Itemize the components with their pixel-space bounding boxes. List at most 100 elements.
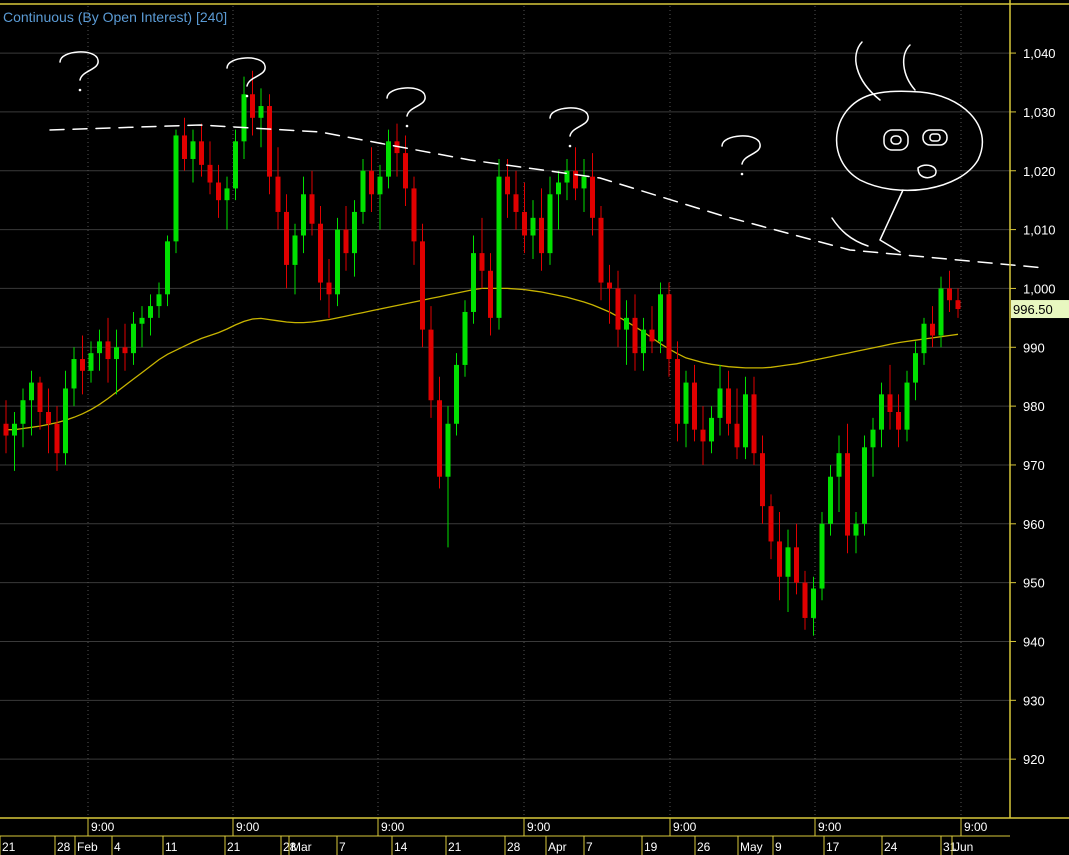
- price-tick-label: 1,040: [1023, 46, 1056, 61]
- candle: [420, 223, 425, 348]
- candle-body: [887, 394, 893, 412]
- price-tick-label: 920: [1023, 752, 1045, 767]
- candle-body: [879, 394, 884, 430]
- price-tick-label: 1,000: [1023, 281, 1056, 296]
- candle-body: [955, 300, 961, 310]
- price-chart[interactable]: 920 930 940 950 960 970 980 990 1,000 1,010 1,020 1…: [0, 0, 1069, 855]
- candle-body: [547, 194, 553, 254]
- candle-body: [794, 547, 799, 583]
- candle-body: [369, 170, 374, 195]
- candle-body: [63, 388, 68, 454]
- candle-body: [777, 541, 782, 577]
- candle-body: [913, 353, 918, 383]
- candle-body: [462, 311, 468, 365]
- candle-body: [513, 194, 519, 212]
- date-label: 28: [507, 840, 521, 854]
- candle-body: [267, 106, 272, 177]
- candle-body: [836, 453, 842, 477]
- question-mark-dot: [740, 172, 744, 176]
- candle-body: [785, 547, 791, 577]
- candle-body: [411, 188, 417, 242]
- candle-body: [301, 194, 306, 236]
- date-label: 17: [826, 840, 840, 854]
- date-label: 24: [884, 840, 898, 854]
- candle-body: [658, 294, 663, 342]
- candle-body: [709, 417, 714, 442]
- date-label: 4: [114, 840, 121, 854]
- candle-body: [581, 176, 587, 189]
- price-tick-label: 980: [1023, 399, 1045, 414]
- candle-body: [632, 317, 638, 354]
- candle-body: [938, 288, 944, 336]
- candle-body: [360, 170, 366, 212]
- date-label: May: [740, 840, 763, 854]
- candle-body: [148, 306, 153, 318]
- candle-body: [326, 282, 332, 295]
- candle-body: [37, 382, 43, 412]
- candle: [496, 158, 502, 330]
- candle-body: [573, 170, 578, 189]
- candle-body: [743, 394, 748, 448]
- candle-body: [590, 176, 595, 218]
- date-label: 14: [394, 840, 408, 854]
- candle-body: [921, 323, 927, 354]
- candle-body: [224, 188, 230, 201]
- candle-body: [751, 394, 757, 454]
- candle-body: [284, 211, 289, 265]
- candle-body: [105, 341, 111, 360]
- candle-body: [828, 476, 833, 524]
- candle-body: [726, 388, 731, 424]
- price-tick-label: 940: [1023, 634, 1045, 649]
- candle-body: [54, 423, 60, 454]
- candle-body: [114, 347, 119, 360]
- candle-body: [445, 423, 451, 477]
- date-label: 26: [697, 840, 711, 854]
- candle-body: [649, 329, 655, 342]
- time-label: 9:00: [91, 820, 115, 834]
- candle-body: [496, 176, 502, 318]
- last-price-label: 996.50: [1013, 302, 1053, 317]
- candle-body: [717, 388, 723, 418]
- candle-body: [930, 323, 935, 336]
- candle-body: [241, 94, 247, 142]
- date-label: Apr: [548, 840, 567, 854]
- candle-body: [641, 329, 646, 354]
- time-label: 9:00: [381, 820, 405, 834]
- date-label: 21: [2, 840, 16, 854]
- candle-body: [12, 423, 17, 436]
- candle-body: [250, 94, 255, 118]
- candle-body: [275, 176, 281, 212]
- date-label: 28: [57, 840, 71, 854]
- candle: [173, 129, 179, 254]
- candle-body: [479, 253, 485, 271]
- candle-body: [615, 288, 621, 330]
- candle: [335, 217, 340, 307]
- candle-body: [505, 176, 510, 195]
- time-label: 9:00: [236, 820, 260, 834]
- price-tick-label: 970: [1023, 458, 1045, 473]
- price-tick-label: 1,010: [1023, 223, 1056, 238]
- candle-body: [624, 317, 629, 330]
- candle-body: [437, 400, 442, 477]
- candle-body: [947, 288, 952, 301]
- candle-body: [862, 447, 867, 524]
- date-label: 21: [227, 840, 241, 854]
- candle-body: [700, 429, 706, 442]
- candle-body: [139, 317, 145, 324]
- candle-body: [870, 429, 876, 448]
- candle-body: [131, 323, 136, 354]
- candle-body: [190, 141, 196, 159]
- candle-body: [352, 211, 357, 254]
- candle-body: [156, 294, 162, 307]
- date-label: 7: [586, 840, 593, 854]
- candle-body: [386, 141, 391, 177]
- candle-body: [675, 359, 680, 424]
- candle-body: [420, 241, 425, 330]
- candle-body: [97, 341, 102, 354]
- candle-body: [607, 282, 612, 289]
- candle-body: [530, 217, 536, 236]
- candle-body: [318, 223, 323, 283]
- time-label: 9:00: [818, 820, 842, 834]
- candle-body: [46, 412, 51, 424]
- candle-body: [428, 329, 434, 401]
